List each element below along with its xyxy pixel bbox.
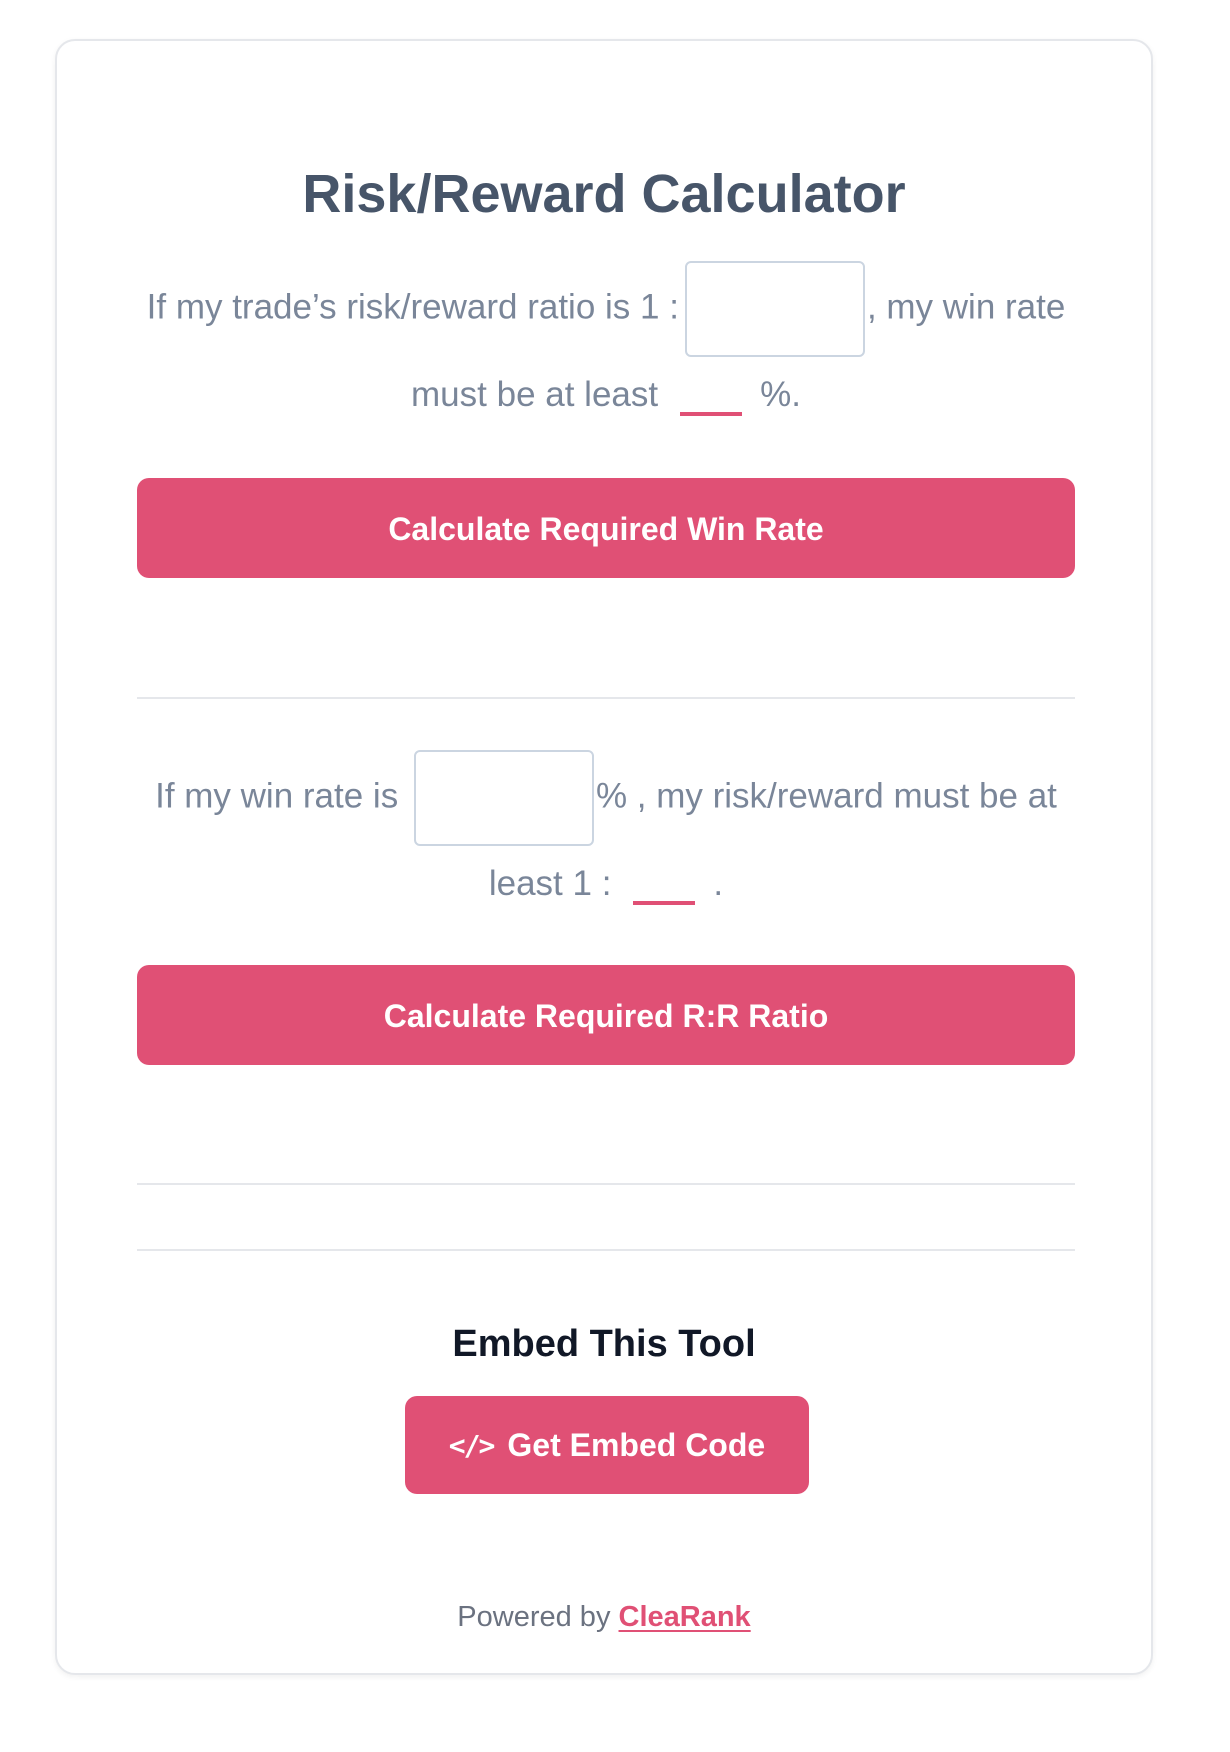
required-rr-ratio-result — [633, 861, 696, 905]
divider — [137, 697, 1075, 699]
sentence-line2-prefix: must be at least — [411, 375, 659, 414]
sentence-line2: least 1 :. — [137, 846, 1075, 922]
sentence-prefix: If my win rate is — [155, 776, 399, 816]
clearank-link[interactable]: CleaRank — [619, 1601, 751, 1633]
win-rate-sentence: If my trade’s risk/reward ratio is 1 : , … — [137, 261, 1075, 433]
win-rate-input[interactable] — [413, 750, 594, 846]
powered-by: Powered by CleaRank — [57, 1601, 1151, 1634]
sentence-line2-prefix: least 1 : — [488, 864, 612, 903]
embed-heading: Embed This Tool — [452, 1323, 756, 1365]
divider — [137, 1249, 1075, 1251]
code-icon: </> — [448, 1428, 496, 1462]
page-title: Risk/Reward Calculator — [302, 164, 906, 224]
get-embed-code-button[interactable]: </> Get Embed Code — [405, 1396, 809, 1494]
sentence-middle: , my win rate — [866, 287, 1066, 327]
powered-by-prefix: Powered by — [457, 1601, 611, 1633]
sentence-line2: must be at least%. — [137, 357, 1075, 433]
sentence-suffix: %. — [760, 375, 801, 414]
calculate-win-rate-button[interactable]: Calculate Required Win Rate — [137, 478, 1075, 578]
calculate-rr-ratio-button[interactable]: Calculate Required R:R Ratio — [137, 965, 1075, 1065]
reward-ratio-input[interactable] — [684, 261, 865, 357]
required-win-rate-result — [680, 372, 743, 416]
divider — [137, 1183, 1075, 1185]
rr-ratio-sentence: If my win rate is % , my risk/reward mus… — [137, 750, 1075, 922]
sentence-suffix: . — [713, 864, 724, 903]
sentence-middle: % , my risk/reward must be at — [595, 776, 1057, 816]
calculator-card: Risk/Reward Calculator If my trade’s ris… — [55, 39, 1153, 1675]
sentence-prefix: If my trade’s risk/reward ratio is 1 : — [146, 287, 679, 327]
embed-button-label: Get Embed Code — [507, 1426, 766, 1463]
